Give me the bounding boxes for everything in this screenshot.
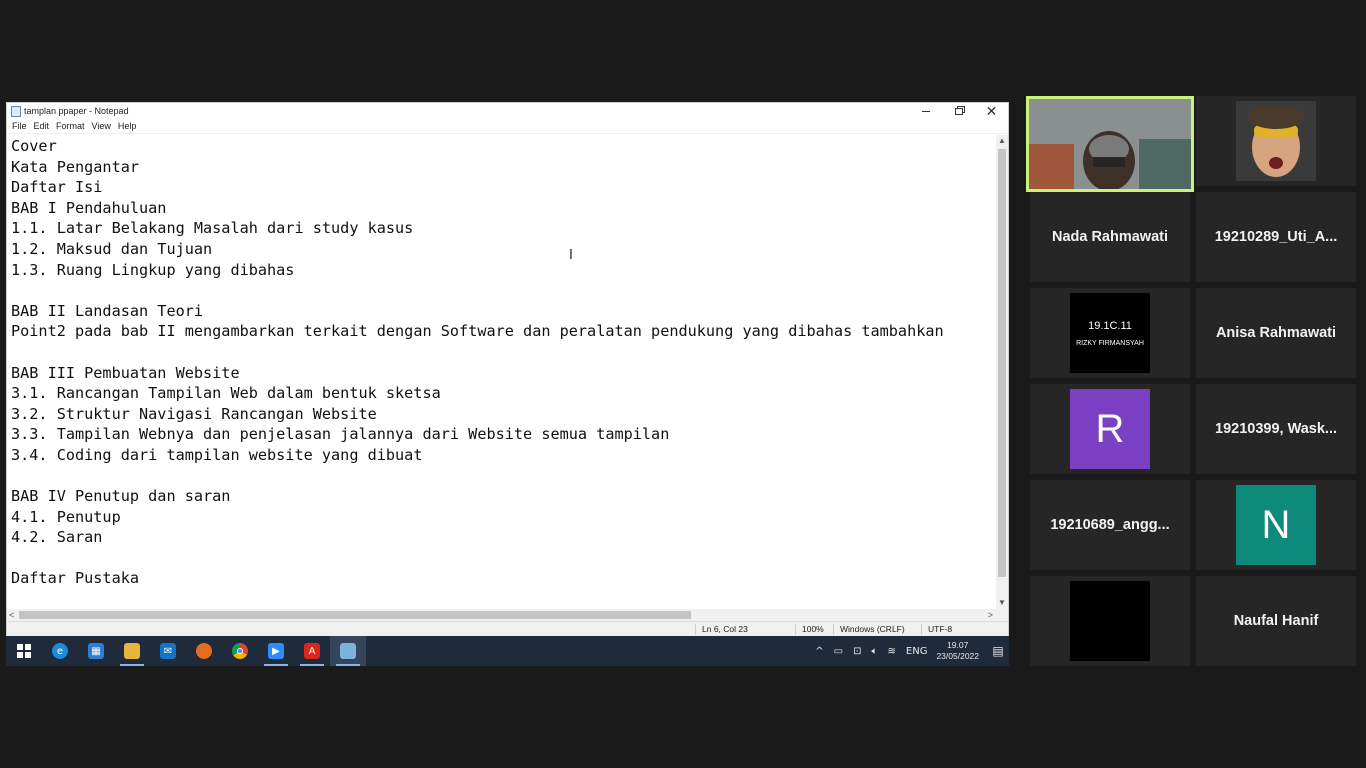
menu-view[interactable]: View — [91, 121, 116, 131]
minimize-icon — [921, 110, 930, 112]
file-explorer-button[interactable] — [114, 636, 150, 666]
acrobat-button[interactable]: A — [294, 636, 330, 666]
mail-button[interactable]: ✉ — [150, 636, 186, 666]
participant-name: 19210289_Uti_A... — [1214, 229, 1338, 245]
participant-avatar — [1070, 581, 1150, 661]
participant-tile[interactable]: 19.1C.11 RIZKY FIRMANSYAH — [1030, 288, 1190, 378]
document-text[interactable]: Cover Kata Pengantar Daftar Isi BAB I Pe… — [7, 135, 997, 590]
participant-tile[interactable]: R — [1030, 384, 1190, 474]
clock-time: 19.07 — [947, 640, 969, 650]
participant-avatar: 19.1C.11 RIZKY FIRMANSYAH — [1070, 293, 1150, 373]
menu-edit[interactable]: Edit — [33, 121, 55, 131]
acrobat-icon: A — [304, 643, 320, 659]
vertical-scrollbar[interactable]: ▲ ▼ — [996, 135, 1008, 609]
horizontal-scrollbar[interactable]: < > — [7, 609, 997, 621]
scroll-left-icon[interactable]: < — [9, 609, 14, 621]
windows-start-button[interactable] — [6, 636, 42, 666]
meet-now-icon[interactable]: ▭ — [834, 646, 843, 657]
line-ending: Windows (CRLF) — [833, 624, 905, 635]
firefox-button[interactable] — [186, 636, 222, 666]
wifi-icon[interactable]: ≋ — [888, 646, 896, 657]
menu-format[interactable]: Format — [55, 121, 90, 131]
status-bar: Ln 6, Col 23 100% Windows (CRLF) UTF-8 — [7, 621, 1008, 636]
text-editor[interactable]: Cover Kata Pengantar Daftar Isi BAB I Pe… — [7, 135, 997, 609]
clock-date: 23/05/2022 — [936, 651, 979, 661]
scroll-down-icon[interactable]: ▼ — [996, 597, 1008, 609]
participant-tile[interactable]: Nada Rahmawati — [1030, 192, 1190, 282]
mail-icon: ✉ — [160, 643, 176, 659]
participant-tile[interactable]: Anisa Rahmawati — [1196, 288, 1356, 378]
participant-video — [1029, 99, 1191, 189]
participant-tile[interactable]: N — [1196, 480, 1356, 570]
close-button[interactable]: ✕ — [975, 103, 1008, 119]
zoom-button[interactable]: ▶ — [258, 636, 294, 666]
scroll-up-icon[interactable]: ▲ — [996, 135, 1008, 147]
participant-name: Nada Rahmawati — [1051, 229, 1169, 245]
windows-start-icon — [17, 644, 31, 658]
participant-tile[interactable]: 19210289_Uti_A... — [1196, 192, 1356, 282]
taskbar: e ▦ ✉ ▶ A ^ ▭ ⊡ 🔈︎ ≋ ENG 19.07 23/05/202… — [6, 636, 1009, 666]
participant-name: Anisa Rahmawati — [1215, 325, 1337, 341]
window-title: tamplan ppaper - Notepad — [24, 106, 129, 116]
restore-icon — [954, 107, 963, 115]
participant-video — [1236, 101, 1316, 181]
text-cursor-icon: I — [569, 248, 573, 263]
horizontal-scroll-thumb[interactable] — [19, 611, 691, 619]
minimize-button[interactable] — [909, 103, 942, 119]
volume-icon[interactable]: 🔈︎ — [872, 646, 878, 657]
participant-avatar: N — [1236, 485, 1316, 565]
participant-name: 19210689_angg... — [1050, 517, 1170, 533]
participant-tile[interactable]: Naufal Hanif — [1196, 576, 1356, 666]
network-icon[interactable]: ⊡ — [853, 646, 861, 657]
store-button[interactable]: ▦ — [78, 636, 114, 666]
zoom-level: 100% — [795, 624, 824, 635]
participant-tile[interactable]: 19210689_angg... — [1030, 480, 1190, 570]
close-icon: ✕ — [985, 103, 998, 119]
chevron-up-icon[interactable]: ^ — [815, 646, 823, 657]
clock[interactable]: 19.07 23/05/2022 — [936, 640, 979, 662]
participant-card-label: 19.1C.11 — [1088, 319, 1132, 332]
chrome-icon — [232, 643, 248, 659]
notepad-icon — [340, 643, 356, 659]
store-icon: ▦ — [88, 643, 104, 659]
firefox-icon — [196, 643, 212, 659]
participant-card-name: RIZKY FIRMANSYAH — [1076, 339, 1144, 347]
screen: tamplan ppaper - Notepad ✕ File Edit For… — [0, 0, 1366, 768]
notepad-window: tamplan ppaper - Notepad ✕ File Edit For… — [6, 102, 1009, 636]
window-controls: ✕ — [909, 103, 1008, 119]
language-indicator[interactable]: ENG — [906, 646, 928, 657]
participant-name: 19210399, Wask... — [1215, 421, 1337, 437]
notification-icon[interactable]: ▤ — [987, 644, 1009, 658]
menu-file[interactable]: File — [11, 121, 32, 131]
participant-avatar: R — [1070, 389, 1150, 469]
notepad-taskbar-button[interactable] — [330, 636, 366, 666]
file-explorer-icon — [124, 643, 140, 659]
menu-bar: File Edit Format View Help — [7, 119, 1008, 134]
chrome-button[interactable] — [222, 636, 258, 666]
menu-help[interactable]: Help — [117, 121, 142, 131]
encoding: UTF-8 — [921, 624, 952, 635]
restore-button[interactable] — [942, 103, 975, 119]
scroll-right-icon[interactable]: > — [988, 609, 993, 621]
edge-button[interactable]: e — [42, 636, 78, 666]
zoom-icon: ▶ — [268, 643, 284, 659]
participant-tile-active[interactable] — [1026, 96, 1194, 192]
notepad-icon — [11, 105, 21, 117]
participant-tile[interactable]: 19210399, Wask... — [1196, 384, 1356, 474]
system-tray: ^ ▭ ⊡ 🔈︎ ≋ ENG 19.07 23/05/2022 ▤ — [810, 636, 1009, 666]
vertical-scroll-thumb[interactable] — [998, 149, 1006, 577]
participant-name: Naufal Hanif — [1233, 613, 1319, 629]
scroll-corner — [996, 609, 1008, 621]
participant-tile-video[interactable] — [1196, 96, 1356, 186]
participant-tile[interactable] — [1030, 576, 1190, 666]
title-bar[interactable]: tamplan ppaper - Notepad ✕ — [7, 103, 1008, 119]
edge-icon: e — [52, 643, 68, 659]
cursor-position: Ln 6, Col 23 — [695, 624, 748, 635]
